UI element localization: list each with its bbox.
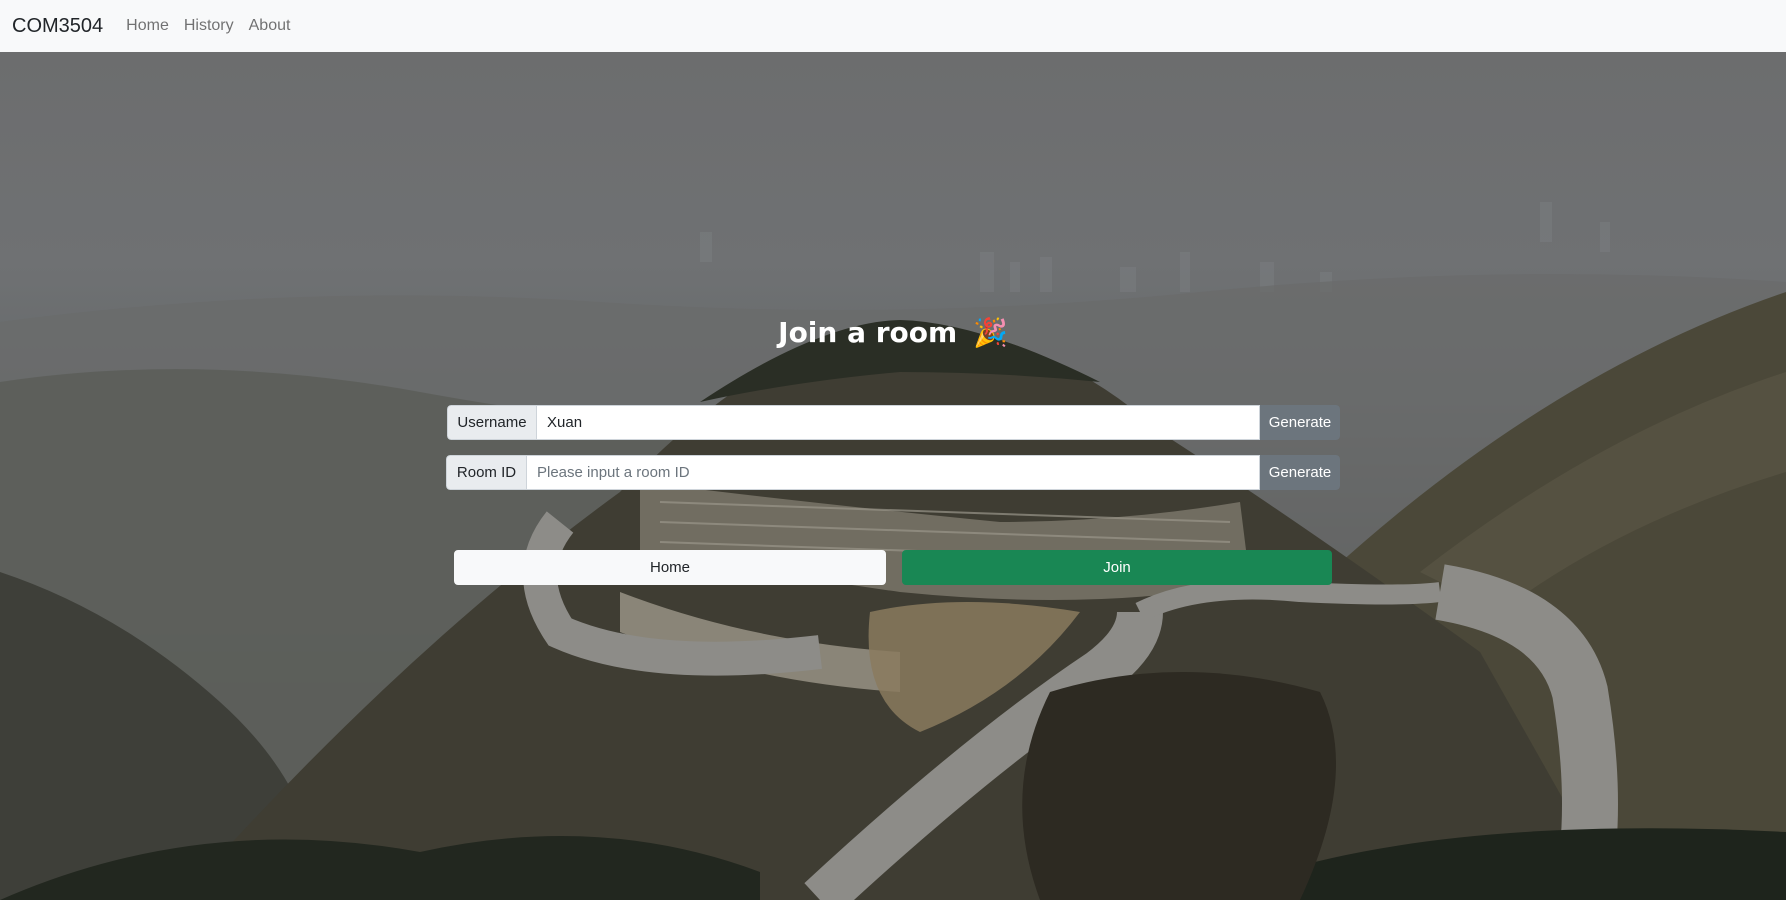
username-label: Username bbox=[447, 405, 537, 440]
home-button[interactable]: Home bbox=[454, 550, 886, 585]
nav-link-about[interactable]: About bbox=[249, 17, 291, 35]
page-title: Join a room 🎉 bbox=[0, 316, 1786, 349]
room-id-input-group: Room ID Generate bbox=[446, 455, 1340, 490]
room-id-label: Room ID bbox=[446, 455, 527, 490]
navbar-brand[interactable]: COM3504 bbox=[12, 15, 103, 38]
page-title-text: Join a room bbox=[778, 316, 958, 349]
nav-link-history[interactable]: History bbox=[184, 17, 234, 35]
nav-link-home[interactable]: Home bbox=[126, 17, 169, 35]
username-input[interactable] bbox=[537, 405, 1260, 440]
room-id-input[interactable] bbox=[527, 455, 1260, 490]
navbar: COM3504 Home History About bbox=[0, 0, 1786, 52]
join-button[interactable]: Join bbox=[902, 550, 1332, 585]
generate-room-id-button[interactable]: Generate bbox=[1260, 455, 1340, 490]
party-popper-icon: 🎉 bbox=[972, 316, 1008, 349]
username-input-group: Username Generate bbox=[447, 405, 1340, 440]
generate-username-button[interactable]: Generate bbox=[1260, 405, 1340, 440]
